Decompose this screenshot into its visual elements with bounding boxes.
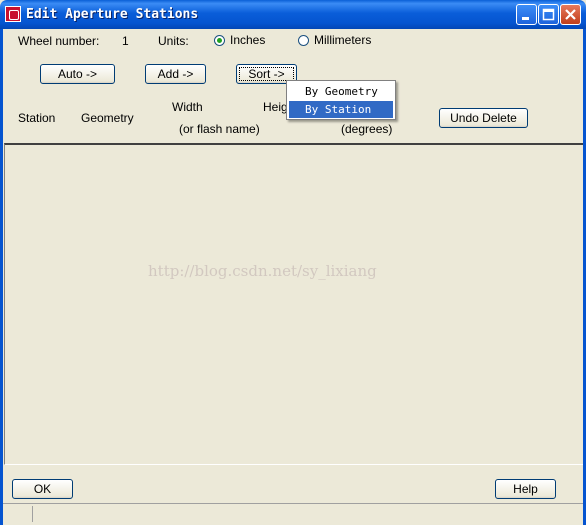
- minimize-icon: [522, 17, 529, 20]
- minimize-button[interactable]: [516, 4, 537, 25]
- stations-list[interactable]: [4, 143, 583, 465]
- column-header-width-sub: (or flash name): [179, 122, 260, 136]
- undo-delete-button[interactable]: Undo Delete: [439, 108, 528, 128]
- status-bar-divider: [32, 506, 33, 522]
- units-label: Units:: [158, 34, 189, 48]
- status-bar: [3, 503, 583, 525]
- ok-button[interactable]: OK: [12, 479, 73, 499]
- close-icon: [565, 9, 576, 20]
- watermark-text: http://blog.csdn.net/sy_lixiang: [148, 262, 377, 280]
- menu-item-by-station[interactable]: By Station: [289, 101, 393, 118]
- window-frame-left: [0, 29, 3, 525]
- menu-item-by-geometry[interactable]: By Geometry: [289, 83, 393, 100]
- add-button[interactable]: Add ->: [145, 64, 206, 84]
- column-header-width: Width: [172, 100, 203, 114]
- wheel-number-value: 1: [122, 34, 129, 48]
- millimeters-label[interactable]: Millimeters: [314, 33, 371, 47]
- column-header-rotation-sub: (degrees): [341, 122, 393, 136]
- window-title: Edit Aperture Stations: [26, 7, 199, 22]
- undo-delete-label: Undo Delete: [450, 111, 517, 125]
- column-header-geometry: Geometry: [81, 111, 134, 125]
- maximize-button[interactable]: [538, 4, 559, 25]
- add-button-label: Add ->: [157, 67, 194, 81]
- ok-button-label: OK: [33, 482, 52, 496]
- inches-radio[interactable]: [214, 35, 225, 46]
- app-icon: [5, 6, 21, 22]
- sort-dropdown-menu[interactable]: By Geometry By Station: [286, 80, 396, 120]
- millimeters-radio[interactable]: [298, 35, 309, 46]
- close-button[interactable]: [560, 4, 581, 25]
- inches-label[interactable]: Inches: [230, 33, 265, 47]
- auto-button[interactable]: Auto ->: [40, 64, 115, 84]
- help-button[interactable]: Help: [495, 479, 556, 499]
- maximize-icon: [542, 8, 555, 21]
- auto-button-label: Auto ->: [57, 67, 98, 81]
- column-header-height: Heig: [263, 100, 288, 114]
- column-header-station: Station: [18, 111, 56, 125]
- wheel-number-label: Wheel number:: [18, 34, 100, 48]
- help-button-label: Help: [513, 482, 538, 496]
